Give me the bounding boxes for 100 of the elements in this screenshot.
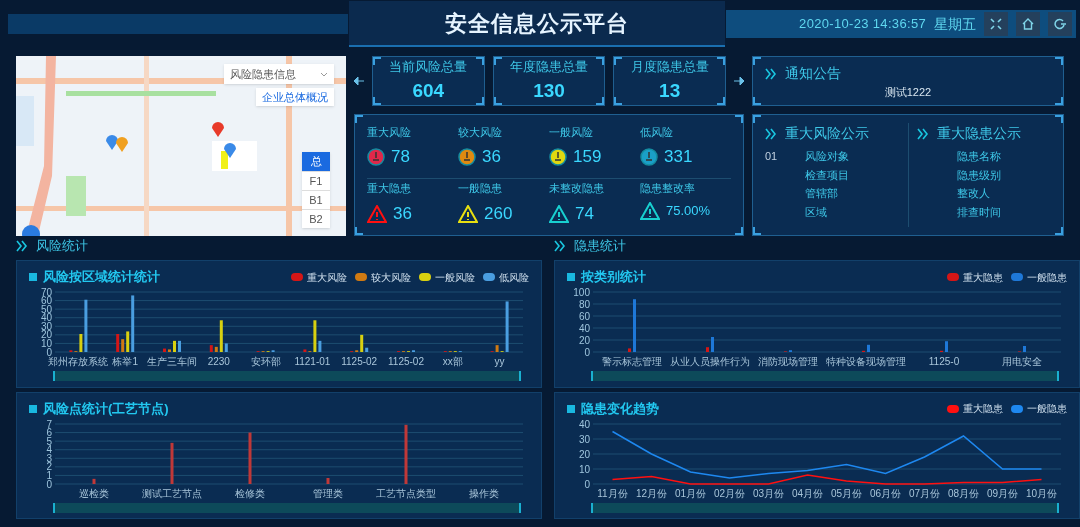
warning-icon xyxy=(549,204,569,223)
hazard-value: 260 xyxy=(484,202,513,225)
axis-label: 警示标志管理 xyxy=(602,356,662,367)
total-label: 年度隐患总量 xyxy=(510,58,588,76)
risk-label: 较大风险 xyxy=(458,124,503,140)
total-value: 130 xyxy=(533,78,565,103)
chevron-icon xyxy=(916,127,929,140)
axis-tick: 40 xyxy=(578,322,590,334)
legend-label: 一般风险 xyxy=(435,270,475,285)
hazard-value: 75.00% xyxy=(666,201,711,220)
date-time: 2020-10-23 14:36:57 xyxy=(799,15,926,34)
hazard-value: 74 xyxy=(575,202,594,225)
zoom-slider[interactable] xyxy=(53,371,521,381)
square-icon xyxy=(29,273,37,281)
axis-label: 02月份 xyxy=(713,487,746,499)
axis-label: 06月份 xyxy=(869,487,902,499)
zoom-slider[interactable] xyxy=(53,502,521,513)
axis-tick: 0 xyxy=(584,478,590,489)
axis-label: 01月份 xyxy=(674,487,707,499)
axis-tick: 10 xyxy=(578,463,590,474)
logout-button[interactable] xyxy=(1048,12,1072,36)
risk-value: 36 xyxy=(482,146,501,169)
bar xyxy=(628,348,631,352)
floor-button[interactable]: 总 xyxy=(302,152,330,171)
square-icon xyxy=(29,404,37,413)
field-label: 隐患级别 xyxy=(956,167,1002,183)
zoom-slider[interactable] xyxy=(591,371,1059,381)
row-index: 01 xyxy=(765,149,779,164)
fullscreen-button[interactable] xyxy=(984,12,1008,36)
bar xyxy=(867,344,870,352)
axis-label: 1121-01 xyxy=(294,356,331,367)
warning-icon xyxy=(458,204,478,223)
bar xyxy=(178,340,181,352)
hazard-value: 36 xyxy=(393,202,412,225)
bar xyxy=(945,341,948,352)
fullscreen-icon xyxy=(990,18,1002,30)
page-title: 安全信息公示平台 xyxy=(444,9,630,38)
panel-title: 通知公告 xyxy=(785,64,841,83)
axis-label: 特种设备现场管理 xyxy=(826,356,906,367)
axis-tick: 20 xyxy=(578,334,590,346)
axis-label: 从业人员操作行为 xyxy=(670,356,750,367)
hazard-label: 隐患整改率 xyxy=(640,181,696,197)
square-icon xyxy=(567,273,575,281)
chart-title: 风险点统计(工艺节点) xyxy=(43,399,169,418)
axis-label: 工艺节点类型 xyxy=(376,487,436,499)
axis-label: 管理类 xyxy=(313,487,343,499)
chart-title: 风险按区域统计统计 xyxy=(43,268,160,287)
risk-value: 78 xyxy=(391,146,410,169)
notice-text: 测试1222 xyxy=(884,85,932,100)
home-button[interactable] xyxy=(1016,12,1040,36)
axis-tick: 6 xyxy=(46,426,52,438)
section-title: 隐患统计 xyxy=(574,237,626,256)
legend-label: 重大隐患 xyxy=(963,270,1003,285)
panel-title: 重大隐患公示 xyxy=(936,124,1021,143)
bar xyxy=(711,337,714,352)
axis-label: 04月份 xyxy=(791,487,824,499)
overview-button[interactable]: 企业总体概况 xyxy=(256,88,334,106)
floor-button[interactable]: B1 xyxy=(302,190,330,209)
legend-label: 较大风险 xyxy=(371,270,411,285)
axis-tick: 0 xyxy=(46,346,52,358)
zoom-slider[interactable] xyxy=(591,502,1059,513)
field-label: 整改人 xyxy=(956,186,991,201)
axis-label: 用电安全 xyxy=(1002,356,1042,367)
bar xyxy=(1023,346,1026,352)
field-label: 排查时间 xyxy=(956,204,1002,220)
section-title: 风险统计 xyxy=(36,237,88,256)
arrow-left-icon xyxy=(354,77,364,85)
axis-label: 05月份 xyxy=(830,487,863,499)
floor-button[interactable]: F1 xyxy=(302,171,330,190)
axis-label: 安环部 xyxy=(250,356,281,367)
chevron-icon xyxy=(554,240,566,252)
axis-label: 测试工艺节点 xyxy=(142,487,202,499)
floor-button[interactable]: B2 xyxy=(302,209,330,228)
total-value: 13 xyxy=(659,78,681,103)
risk-label: 一般风险 xyxy=(549,124,594,140)
chevron-down-icon xyxy=(320,71,328,77)
bar xyxy=(173,340,176,352)
axis-label: 栋举1 xyxy=(112,356,138,367)
dropdown[interactable]: 风险隐患信息 xyxy=(224,64,334,84)
field-label: 风险对象 xyxy=(805,149,849,164)
axis-tick: 60 xyxy=(578,310,590,322)
panel-title: 重大风险公示 xyxy=(785,124,869,143)
axis-label: 郑州存放系统 xyxy=(48,356,109,367)
bar xyxy=(706,347,709,352)
axis-label: yy xyxy=(494,356,505,367)
legend-label: 一般隐患 xyxy=(1027,402,1067,416)
hazard-label: 重大隐患 xyxy=(367,181,412,197)
axis-label: 12月份 xyxy=(635,487,668,499)
chart-title: 按类别统计 xyxy=(581,268,646,287)
field-label: 隐患名称 xyxy=(956,149,1002,164)
risk-label: 低风险 xyxy=(640,124,674,140)
axis-tick: 30 xyxy=(578,433,590,444)
refresh-icon xyxy=(1054,18,1066,30)
axis-tick: 7 xyxy=(46,418,52,429)
axis-tick: 0 xyxy=(584,346,590,358)
axis-tick: 100 xyxy=(573,287,590,298)
legend-label: 重大隐患 xyxy=(963,402,1003,416)
field-label: 检查项目 xyxy=(805,167,849,183)
warning-icon xyxy=(640,201,660,220)
axis-label: xx部 xyxy=(442,356,463,367)
